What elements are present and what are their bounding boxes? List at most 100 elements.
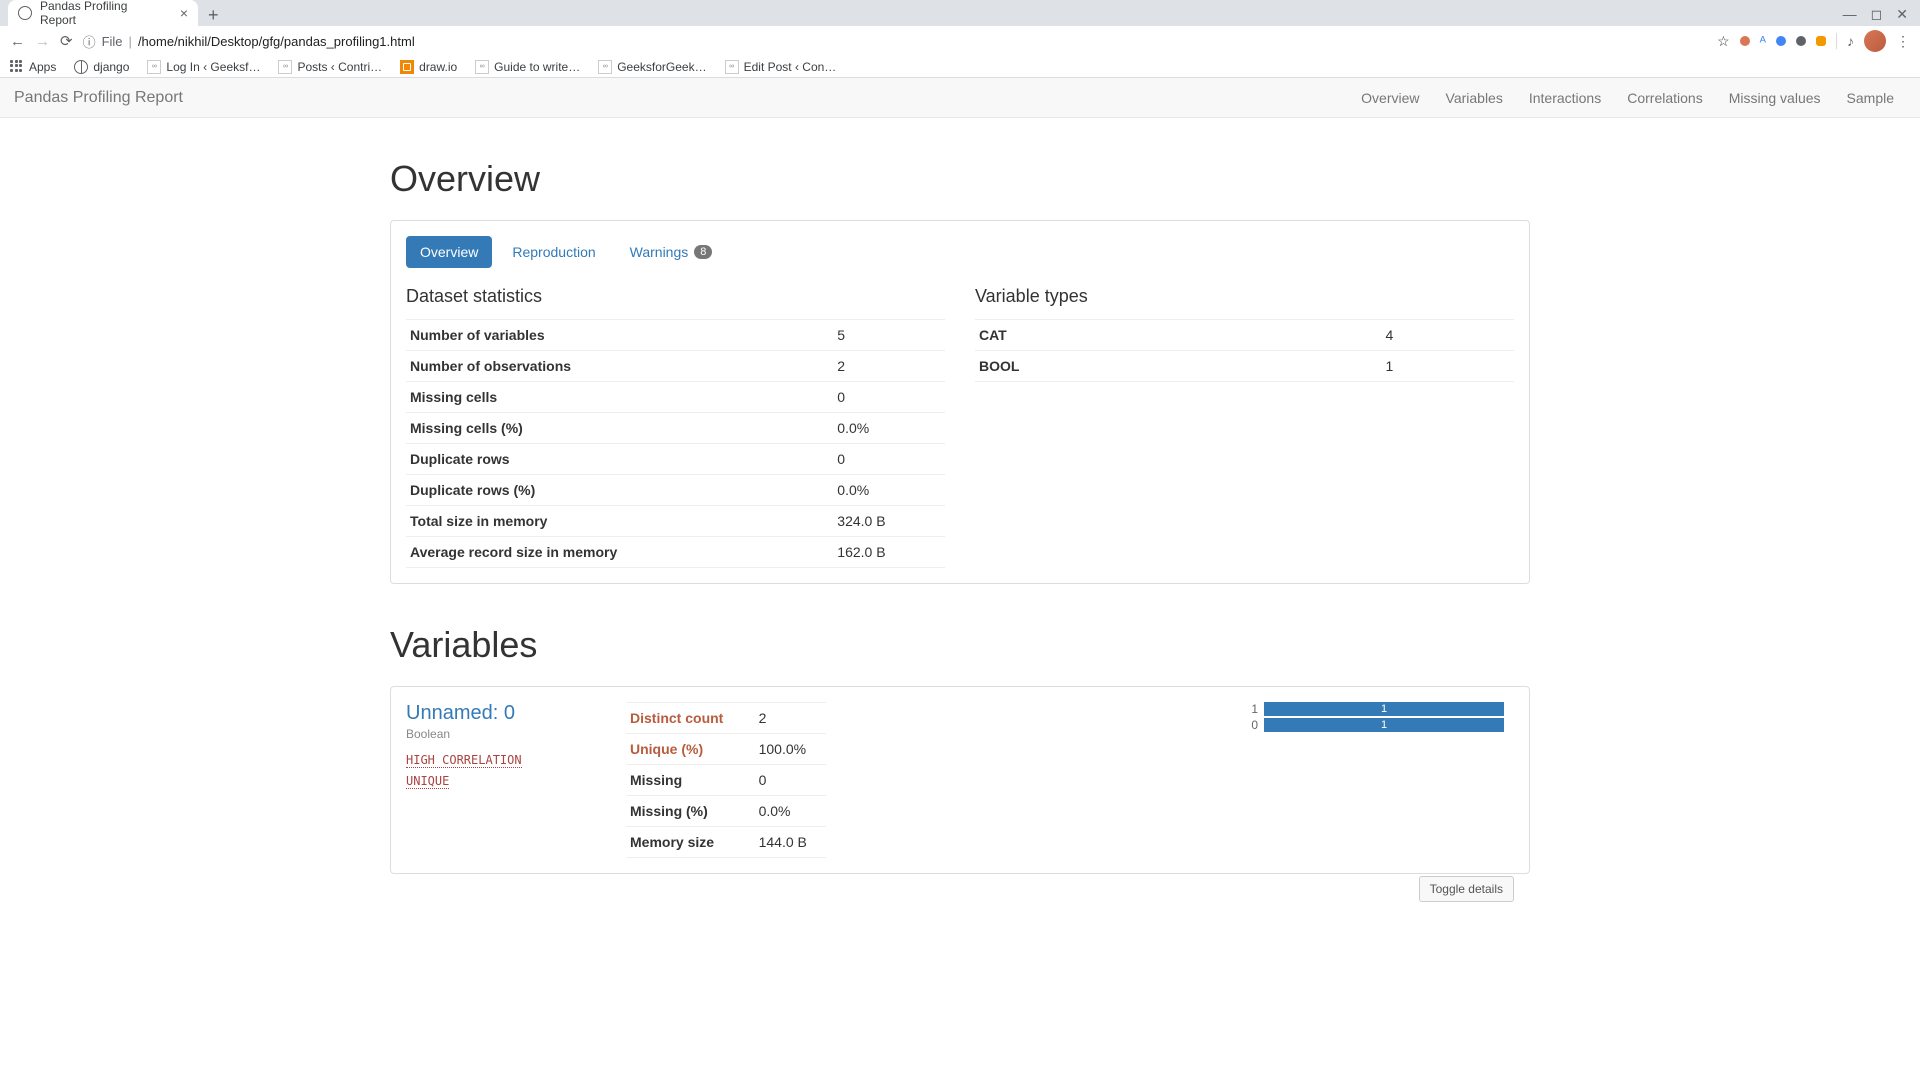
back-icon[interactable]: ←	[10, 33, 25, 50]
apps-grid-icon	[10, 60, 24, 74]
media-icon[interactable]: ♪	[1847, 33, 1854, 49]
tab-close-icon[interactable]: ×	[180, 5, 188, 21]
site-icon: ∞	[475, 60, 489, 74]
site-icon: ∞	[725, 60, 739, 74]
star-icon[interactable]: ☆	[1717, 33, 1730, 50]
stat-label: Number of observations	[406, 351, 833, 382]
stat-value: 0	[755, 765, 826, 796]
profile-avatar[interactable]	[1864, 30, 1886, 52]
bar-fill: 1	[1264, 718, 1504, 732]
bookmark-login-geeks[interactable]: ∞ Log In ‹ Geeksf…	[147, 60, 260, 74]
variable-types-col: Variable types CAT4 BOOL1	[975, 286, 1514, 568]
bookmark-label: Edit Post ‹ Con…	[744, 60, 837, 74]
url-box[interactable]: ⓘ File | /home/nikhil/Desktop/gfg/pandas…	[83, 32, 1708, 51]
bookmark-posts-contri[interactable]: ∞ Posts ‹ Contri…	[278, 60, 382, 74]
minimize-icon[interactable]: —	[1843, 6, 1857, 23]
extension-icon[interactable]	[1740, 36, 1750, 46]
nav-link-overview[interactable]: Overview	[1349, 80, 1431, 116]
overview-panel: Overview Reproduction Warnings 8 Dataset…	[390, 220, 1530, 584]
globe-icon	[74, 60, 88, 74]
bookmark-label: Posts ‹ Contri…	[297, 60, 382, 74]
nav-link-missing[interactable]: Missing values	[1717, 80, 1833, 116]
stat-label: Unique (%)	[626, 734, 755, 765]
overview-columns: Dataset statistics Number of variables5 …	[406, 286, 1514, 568]
table-row: Number of observations2	[406, 351, 945, 382]
table-row: Missing0	[626, 765, 826, 796]
stat-label: Missing cells	[406, 382, 833, 413]
table-row: Distinct count2	[626, 703, 826, 734]
variable-name[interactable]: Unnamed: 0	[406, 702, 606, 725]
bookmark-drawio[interactable]: draw.io	[400, 60, 457, 74]
tab-overview[interactable]: Overview	[406, 236, 492, 268]
table-row: Missing cells0	[406, 382, 945, 413]
dataset-stats-title: Dataset statistics	[406, 286, 945, 307]
bookmark-label: Log In ‹ Geeksf…	[166, 60, 260, 74]
bookmark-geeksforgeeks[interactable]: ∞ GeeksforGeek…	[598, 60, 706, 74]
extension-icon[interactable]	[1776, 36, 1786, 46]
new-tab-button[interactable]: +	[198, 5, 229, 26]
separator	[1836, 33, 1837, 49]
page-navbar: Pandas Profiling Report Overview Variabl…	[0, 78, 1920, 118]
stat-label: Missing	[626, 765, 755, 796]
forward-icon[interactable]: →	[35, 33, 50, 50]
info-icon: ⓘ	[83, 32, 96, 51]
close-window-icon[interactable]: ✕	[1896, 6, 1908, 23]
overview-title: Overview	[390, 158, 1530, 200]
warnings-badge: 8	[694, 245, 712, 259]
stat-label: BOOL	[975, 351, 1381, 382]
site-icon: ∞	[278, 60, 292, 74]
browser-chrome: Pandas Profiling Report × + — ◻ ✕ ← → ⟳ …	[0, 0, 1920, 78]
nav-link-interactions[interactable]: Interactions	[1517, 80, 1613, 116]
toggle-details-button[interactable]: Toggle details	[1419, 876, 1514, 902]
table-row: Memory size144.0 B	[626, 827, 826, 858]
extension-icon[interactable]	[1816, 36, 1826, 46]
nav-link-sample[interactable]: Sample	[1835, 80, 1906, 116]
stat-label: Missing (%)	[626, 796, 755, 827]
stat-value: 0	[833, 444, 945, 475]
bookmark-edit-post[interactable]: ∞ Edit Post ‹ Con…	[725, 60, 837, 74]
tab-reproduction[interactable]: Reproduction	[498, 236, 609, 268]
reload-icon[interactable]: ⟳	[60, 32, 73, 50]
table-row: Duplicate rows0	[406, 444, 945, 475]
stat-label: Duplicate rows	[406, 444, 833, 475]
stat-label: Average record size in memory	[406, 537, 833, 568]
variable-stats-table: Distinct count2 Unique (%)100.0% Missing…	[626, 702, 826, 858]
tab-favicon-globe-icon	[18, 6, 32, 20]
stat-value: 2	[755, 703, 826, 734]
stat-value: 0.0%	[755, 796, 826, 827]
stat-value: 2	[833, 351, 945, 382]
variable-center: Distinct count2 Unique (%)100.0% Missing…	[626, 702, 826, 858]
table-row: Number of variables5	[406, 320, 945, 351]
variables-title: Variables	[390, 624, 1530, 666]
menu-icon[interactable]: ⋮	[1896, 33, 1910, 50]
nav-link-variables[interactable]: Variables	[1434, 80, 1515, 116]
stat-value: 0.0%	[833, 413, 945, 444]
stat-label: Duplicate rows (%)	[406, 475, 833, 506]
bookmark-label: Apps	[29, 60, 56, 74]
variable-tag: UNIQUE	[406, 774, 449, 789]
overview-tabs: Overview Reproduction Warnings 8	[406, 236, 1514, 268]
navbar-brand[interactable]: Pandas Profiling Report	[14, 89, 183, 107]
drawio-icon	[400, 60, 414, 74]
tab-warnings[interactable]: Warnings 8	[616, 236, 727, 268]
browser-tab[interactable]: Pandas Profiling Report ×	[8, 0, 198, 26]
stat-value: 5	[833, 320, 945, 351]
translate-icon[interactable]: ᴬ	[1760, 33, 1766, 49]
variable-row: Unnamed: 0 Boolean HIGH CORRELATION UNIQ…	[406, 702, 1514, 858]
extension-icon[interactable]	[1796, 36, 1806, 46]
table-row: Duplicate rows (%)0.0%	[406, 475, 945, 506]
bookmarks-bar: Apps django ∞ Log In ‹ Geeksf… ∞ Posts ‹…	[0, 56, 1920, 78]
bookmark-django[interactable]: django	[74, 60, 129, 74]
table-row: CAT4	[975, 320, 1514, 351]
url-prefix: File	[102, 34, 123, 49]
nav-link-correlations[interactable]: Correlations	[1615, 80, 1714, 116]
variable-tag: HIGH CORRELATION	[406, 753, 522, 768]
bookmark-apps[interactable]: Apps	[10, 60, 56, 74]
variable-left: Unnamed: 0 Boolean HIGH CORRELATION UNIQ…	[406, 702, 606, 858]
stat-label: Distinct count	[626, 703, 755, 734]
site-icon: ∞	[598, 60, 612, 74]
bar-label: 0	[1244, 718, 1264, 732]
bookmark-guide-write[interactable]: ∞ Guide to write…	[475, 60, 580, 74]
maximize-icon[interactable]: ◻	[1871, 6, 1883, 23]
dataset-stats-table: Number of variables5 Number of observati…	[406, 319, 945, 568]
